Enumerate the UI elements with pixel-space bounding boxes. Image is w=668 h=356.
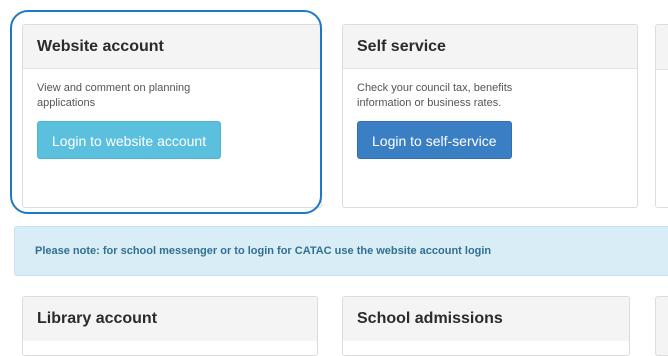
panel-title: School admissions [343, 297, 629, 341]
sixth-panel-edge [655, 296, 668, 356]
login-self-service-button[interactable]: Login to self-service [357, 121, 512, 159]
panel-body: View and comment on planning application… [23, 69, 321, 159]
website-account-panel: Website account View and comment on plan… [22, 24, 322, 208]
panel-title: Library account [23, 297, 317, 341]
panel-description: View and comment on planning application… [37, 82, 191, 109]
panel-description: Check your council tax, benefits informa… [357, 82, 513, 109]
login-website-account-button[interactable]: Login to website account [37, 121, 222, 159]
third-panel-edge [655, 24, 668, 208]
school-admissions-panel: School admissions [342, 296, 630, 356]
self-service-panel: Self service Check your council tax, ben… [342, 24, 638, 208]
panel-body: Check your council tax, benefits informa… [343, 69, 637, 159]
panel-heading-edge [656, 25, 668, 70]
panel-title: Website account [23, 25, 321, 69]
notice-alert: Please note: for school messenger or to … [14, 226, 668, 276]
library-account-panel: Library account [22, 296, 318, 356]
panel-title: Self service [343, 25, 637, 69]
